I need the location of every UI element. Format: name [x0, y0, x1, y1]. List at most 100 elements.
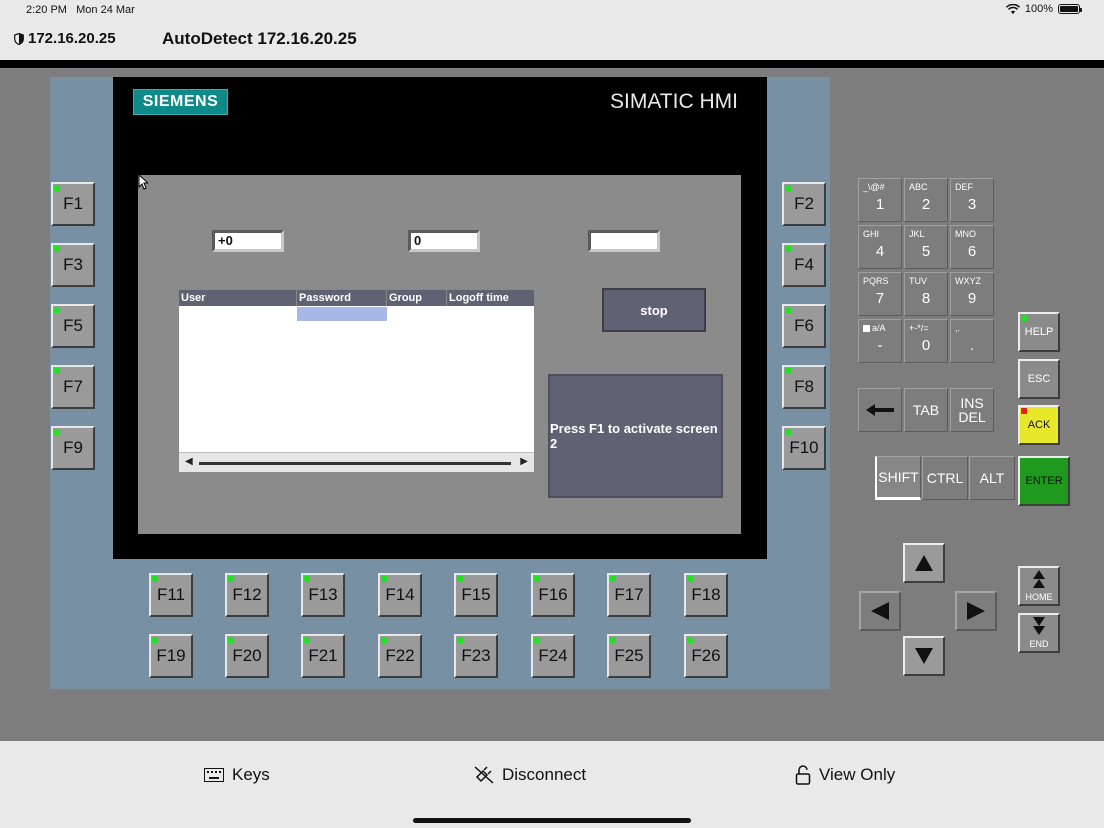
- page-down-icon: [1033, 617, 1045, 635]
- checkbox-icon: [863, 325, 870, 332]
- keys-button[interactable]: Keys: [204, 765, 270, 785]
- activate-screen-button[interactable]: Press F1 to activate screen 2: [548, 374, 723, 498]
- simatic-hmi-label: SIMATIC HMI: [610, 90, 738, 113]
- key-3[interactable]: DEF 3: [950, 178, 994, 222]
- column-logoff-time[interactable]: Logoff time: [447, 290, 534, 306]
- siemens-logo: SIEMENS: [133, 89, 228, 115]
- view-only-button[interactable]: View Only: [795, 765, 895, 785]
- end-key[interactable]: END: [1018, 613, 1060, 653]
- user-table[interactable]: User Password Group Logoff time ◀ ▶: [178, 289, 535, 473]
- f25-key[interactable]: F25: [607, 634, 651, 678]
- esc-key[interactable]: ESC: [1018, 359, 1060, 399]
- help-key[interactable]: HELP: [1018, 312, 1060, 352]
- f5-key[interactable]: F5: [51, 304, 95, 348]
- battery-icon: [1058, 4, 1082, 14]
- ack-key[interactable]: ACK: [1018, 405, 1060, 445]
- key-0[interactable]: +-*/= 0: [904, 319, 948, 363]
- key-minus[interactable]: a/A -: [858, 319, 902, 363]
- led-indicator: [1021, 408, 1027, 414]
- value-field-3[interactable]: [588, 230, 660, 252]
- led-indicator: [54, 246, 60, 252]
- f23-key[interactable]: F23: [454, 634, 498, 678]
- value-field-1[interactable]: +0: [212, 230, 284, 252]
- led-indicator: [687, 576, 693, 582]
- f9-key[interactable]: F9: [51, 426, 95, 470]
- led-indicator: [228, 637, 234, 643]
- f16-key[interactable]: F16: [531, 573, 575, 617]
- led-indicator: [457, 576, 463, 582]
- f7-key[interactable]: F7: [51, 365, 95, 409]
- arrow-right-icon: [967, 602, 985, 620]
- connection-ip: 172.16.20.25: [14, 30, 116, 47]
- selected-cell[interactable]: [297, 307, 387, 321]
- f20-key[interactable]: F20: [225, 634, 269, 678]
- disconnect-button[interactable]: Disconnect: [474, 765, 586, 785]
- f6-key[interactable]: F6: [782, 304, 826, 348]
- arrow-left-key[interactable]: [859, 591, 901, 631]
- column-user[interactable]: User: [179, 290, 297, 306]
- stop-button[interactable]: stop: [602, 288, 706, 332]
- key-5[interactable]: JKL 5: [904, 225, 948, 269]
- horizontal-scrollbar[interactable]: ◀ ▶: [179, 452, 534, 472]
- f21-key[interactable]: F21: [301, 634, 345, 678]
- unlock-icon: [795, 765, 811, 785]
- key-9[interactable]: WXYZ 9: [950, 272, 994, 316]
- home-key[interactable]: HOME: [1018, 566, 1060, 606]
- f15-key[interactable]: F15: [454, 573, 498, 617]
- f12-key[interactable]: F12: [225, 573, 269, 617]
- f8-key[interactable]: F8: [782, 365, 826, 409]
- key-1[interactable]: _\@# 1: [858, 178, 902, 222]
- column-group[interactable]: Group: [387, 290, 447, 306]
- key-4[interactable]: GHI 4: [858, 225, 902, 269]
- tab-key[interactable]: TAB: [904, 388, 948, 432]
- scroll-right-icon[interactable]: ▶: [520, 456, 528, 467]
- alt-key[interactable]: ALT: [969, 456, 1015, 500]
- ins-del-key[interactable]: INS DEL: [950, 388, 994, 432]
- arrow-up-key[interactable]: [903, 543, 945, 583]
- app-root: 2:20 PM Mon 24 Mar 100% 172.16.20.25 Aut…: [0, 0, 1104, 828]
- f19-key[interactable]: F19: [149, 634, 193, 678]
- f13-key[interactable]: F13: [301, 573, 345, 617]
- led-indicator: [381, 637, 387, 643]
- f22-key[interactable]: F22: [378, 634, 422, 678]
- f2-key[interactable]: F2: [782, 182, 826, 226]
- f18-key[interactable]: F18: [684, 573, 728, 617]
- arrow-down-icon: [915, 648, 933, 664]
- disconnect-icon: [474, 766, 494, 784]
- led-indicator: [785, 246, 791, 252]
- f24-key[interactable]: F24: [531, 634, 575, 678]
- led-indicator: [534, 576, 540, 582]
- value-field-2[interactable]: 0: [408, 230, 480, 252]
- keyboard-icon: [204, 768, 224, 782]
- enter-key[interactable]: ENTER: [1018, 456, 1070, 506]
- scroll-thumb[interactable]: [199, 462, 511, 465]
- led-indicator: [687, 637, 693, 643]
- shift-key[interactable]: SHIFT: [875, 456, 921, 500]
- key-6[interactable]: MNO 6: [950, 225, 994, 269]
- key-2[interactable]: ABC 2: [904, 178, 948, 222]
- led-indicator: [610, 576, 616, 582]
- scroll-left-icon[interactable]: ◀: [185, 456, 193, 467]
- arrow-down-key[interactable]: [903, 636, 945, 676]
- f1-key[interactable]: F1: [51, 182, 95, 226]
- home-indicator[interactable]: [413, 818, 691, 823]
- led-indicator: [534, 637, 540, 643]
- led-indicator: [304, 576, 310, 582]
- f10-key[interactable]: F10: [782, 426, 826, 470]
- key-8[interactable]: TUV 8: [904, 272, 948, 316]
- f26-key[interactable]: F26: [684, 634, 728, 678]
- backspace-key[interactable]: [858, 388, 902, 432]
- led-indicator: [54, 368, 60, 374]
- column-password[interactable]: Password: [297, 290, 387, 306]
- f17-key[interactable]: F17: [607, 573, 651, 617]
- key-7[interactable]: PQRS 7: [858, 272, 902, 316]
- f14-key[interactable]: F14: [378, 573, 422, 617]
- led-indicator: [54, 185, 60, 191]
- arrow-right-key[interactable]: [955, 591, 997, 631]
- ctrl-key[interactable]: CTRL: [922, 456, 968, 500]
- backspace-arrow-icon: [866, 404, 894, 416]
- key-dot[interactable]: ,..: [950, 319, 994, 363]
- f4-key[interactable]: F4: [782, 243, 826, 287]
- f3-key[interactable]: F3: [51, 243, 95, 287]
- f11-key[interactable]: F11: [149, 573, 193, 617]
